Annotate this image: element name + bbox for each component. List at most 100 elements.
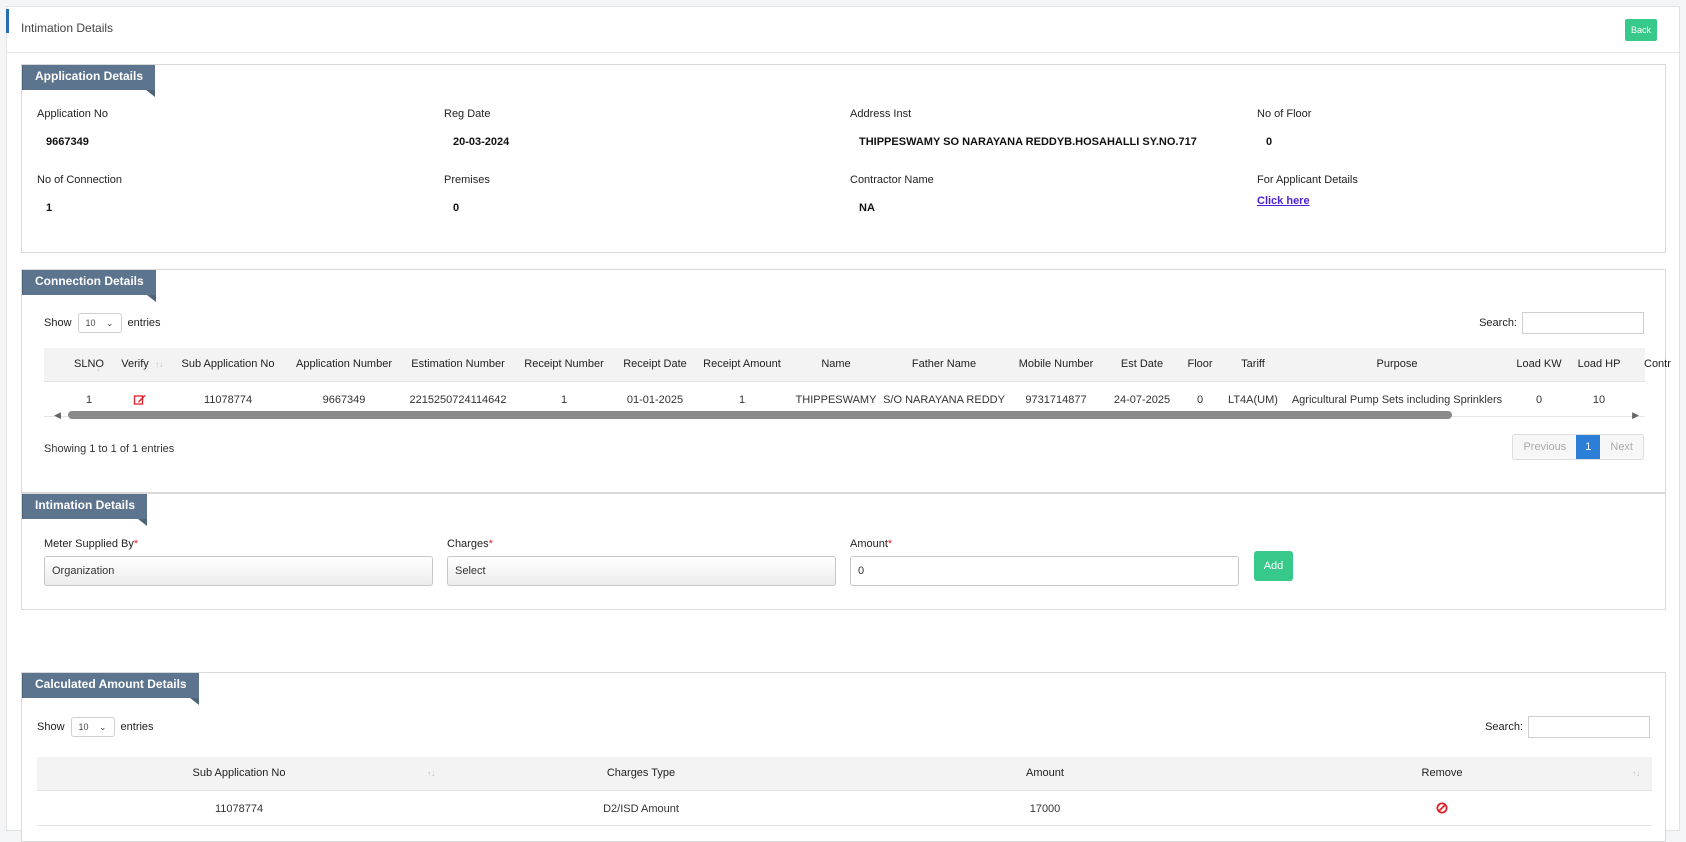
field-label: For Applicant Details <box>1257 174 1358 186</box>
entries-label: entries <box>127 317 161 329</box>
column-header[interactable]: Receipt Amount <box>703 358 781 370</box>
next-button[interactable]: Next <box>1600 435 1643 459</box>
page-header: Intimation Details Back <box>6 7 1679 53</box>
label-text: Meter Supplied By <box>44 538 134 550</box>
sort-icon[interactable]: ↑↓ <box>155 360 163 369</box>
horizontal-scrollbar[interactable]: ◀ ▶ <box>44 408 1645 422</box>
column-header[interactable]: Charges Type <box>607 767 675 779</box>
column-header[interactable]: Remove <box>1422 767 1463 779</box>
page-size-value: 10 <box>85 318 96 328</box>
table-cell: 11078774 <box>214 803 264 815</box>
field-label: Application No <box>37 108 108 120</box>
contractor-name-field: Contractor Name NA <box>850 174 934 214</box>
field-label: Contractor Name <box>850 174 934 186</box>
page-size-select[interactable]: 10 ⌄ <box>77 313 122 333</box>
section-title: Calculated Amount Details <box>22 673 199 705</box>
column-header[interactable]: Tariff <box>1241 358 1265 370</box>
back-button[interactable]: Back <box>1625 19 1657 41</box>
column-header[interactable]: Load KW <box>1516 358 1561 370</box>
page-size-value: 10 <box>78 722 89 732</box>
page-button[interactable]: 1 <box>1576 435 1601 459</box>
sort-icon[interactable]: ↓ <box>96 364 100 373</box>
table-cell: 1 <box>85 394 93 406</box>
column-header[interactable]: Estimation Number <box>411 358 505 370</box>
column-header[interactable]: Contr <box>1644 358 1671 370</box>
column-header[interactable]: Verify <box>121 358 149 370</box>
column-header[interactable]: Est Date <box>1121 358 1163 370</box>
entries-label: entries <box>120 721 154 733</box>
section-title: Application Details <box>22 65 156 97</box>
search-input[interactable] <box>1528 716 1650 738</box>
column-header[interactable]: Receipt Date <box>623 358 687 370</box>
charges-label: Charges* <box>447 538 493 550</box>
meter-supplied-label: Meter Supplied By* <box>44 538 138 550</box>
column-header[interactable]: Application Number <box>296 358 392 370</box>
table-header: SLNO ↓ Verify ↑↓ Sub Application No Appl… <box>44 348 1671 382</box>
field-label: Premises <box>444 174 490 186</box>
amount-input[interactable]: 0 <box>850 556 1239 586</box>
applicant-details-link[interactable]: Click here <box>1257 195 1310 207</box>
amount-label: Amount* <box>850 538 892 550</box>
page-size-select[interactable]: 10 ⌄ <box>70 717 115 737</box>
field-value: THIPPESWAMY SO NARAYANA REDDYB.HOSAHALLI… <box>859 136 1197 148</box>
field-value: 20-03-2024 <box>453 136 510 148</box>
column-header[interactable]: Amount <box>1026 767 1064 779</box>
field-label: No of Floor <box>1257 108 1312 120</box>
table-cell: LT4A(UM) <box>1228 394 1278 406</box>
table-search: Search: <box>1485 716 1650 738</box>
field-value: 0 <box>453 202 460 214</box>
field-value: 9667349 <box>46 136 89 148</box>
edit-icon[interactable] <box>133 393 147 409</box>
scroll-right-icon[interactable]: ▶ <box>1632 410 1639 421</box>
column-header[interactable]: Mobile Number <box>1019 358 1094 370</box>
column-header[interactable]: Floor <box>1187 358 1212 370</box>
table-cell: S/O NARAYANA REDDY <box>883 394 1005 406</box>
column-header[interactable]: Father Name <box>912 358 976 370</box>
table-cell: 2215250724114642 <box>409 394 507 406</box>
premises-field: Premises 0 <box>444 174 490 214</box>
previous-button[interactable]: Previous <box>1513 435 1577 459</box>
table-cell: 0 <box>1535 394 1543 406</box>
column-header[interactable]: Receipt Number <box>524 358 603 370</box>
section-title: Intimation Details <box>22 494 148 526</box>
charges-select[interactable]: Select <box>447 556 836 586</box>
meter-supplied-select[interactable]: Organization <box>44 556 433 586</box>
address-inst-field: Address Inst THIPPESWAMY SO NARAYANA RED… <box>850 108 1197 148</box>
pagination: Previous 1 Next <box>1512 434 1644 460</box>
field-value: NA <box>859 202 875 214</box>
required-mark: * <box>887 538 893 550</box>
table-info: Showing 1 to 1 of 1 entries <box>44 443 175 455</box>
show-label: Show <box>37 721 65 733</box>
column-header[interactable]: Name <box>821 358 850 370</box>
sort-icon[interactable]: ↑↓ <box>427 769 435 778</box>
label-text: Amount <box>850 538 888 550</box>
show-label: Show <box>44 317 72 329</box>
applicant-details-field: For Applicant Details Click here <box>1257 174 1358 207</box>
reg-date-field: Reg Date 20-03-2024 <box>444 108 509 148</box>
page-title: Intimation Details <box>21 21 114 35</box>
required-mark: * <box>133 538 139 550</box>
scroll-thumb[interactable] <box>68 411 1452 419</box>
table-cell: 10 <box>1592 394 1606 406</box>
sort-icon[interactable]: ↑↓ <box>1632 769 1640 778</box>
table-search: Search: <box>1479 312 1644 334</box>
no-of-floor-field: No of Floor 0 <box>1257 108 1312 148</box>
scroll-left-icon[interactable]: ◀ <box>54 410 61 421</box>
chevron-down-icon: ⌄ <box>105 318 114 328</box>
add-button[interactable]: Add <box>1254 551 1293 581</box>
chevron-down-icon: ⌄ <box>98 722 107 732</box>
column-header[interactable]: Load HP <box>1578 358 1621 370</box>
column-header[interactable]: Purpose <box>1377 358 1418 370</box>
column-header[interactable]: Sub Application No <box>182 358 275 370</box>
table-cell: D2/ISD Amount <box>603 803 679 815</box>
search-input[interactable] <box>1522 312 1644 334</box>
table-row: 11078774 D2/ISD Amount 17000 <box>37 792 1652 826</box>
table-cell: 24-07-2025 <box>1113 394 1171 406</box>
column-header[interactable]: Sub Application No <box>193 767 286 779</box>
no-of-connection-field: No of Connection 1 <box>37 174 122 214</box>
remove-icon[interactable] <box>1436 802 1448 817</box>
section-title: Connection Details <box>22 270 156 302</box>
page-size-control: Show 10 ⌄ entries <box>37 717 154 737</box>
table-cell: 1 <box>738 394 746 406</box>
table-cell: 11078774 <box>203 394 253 406</box>
